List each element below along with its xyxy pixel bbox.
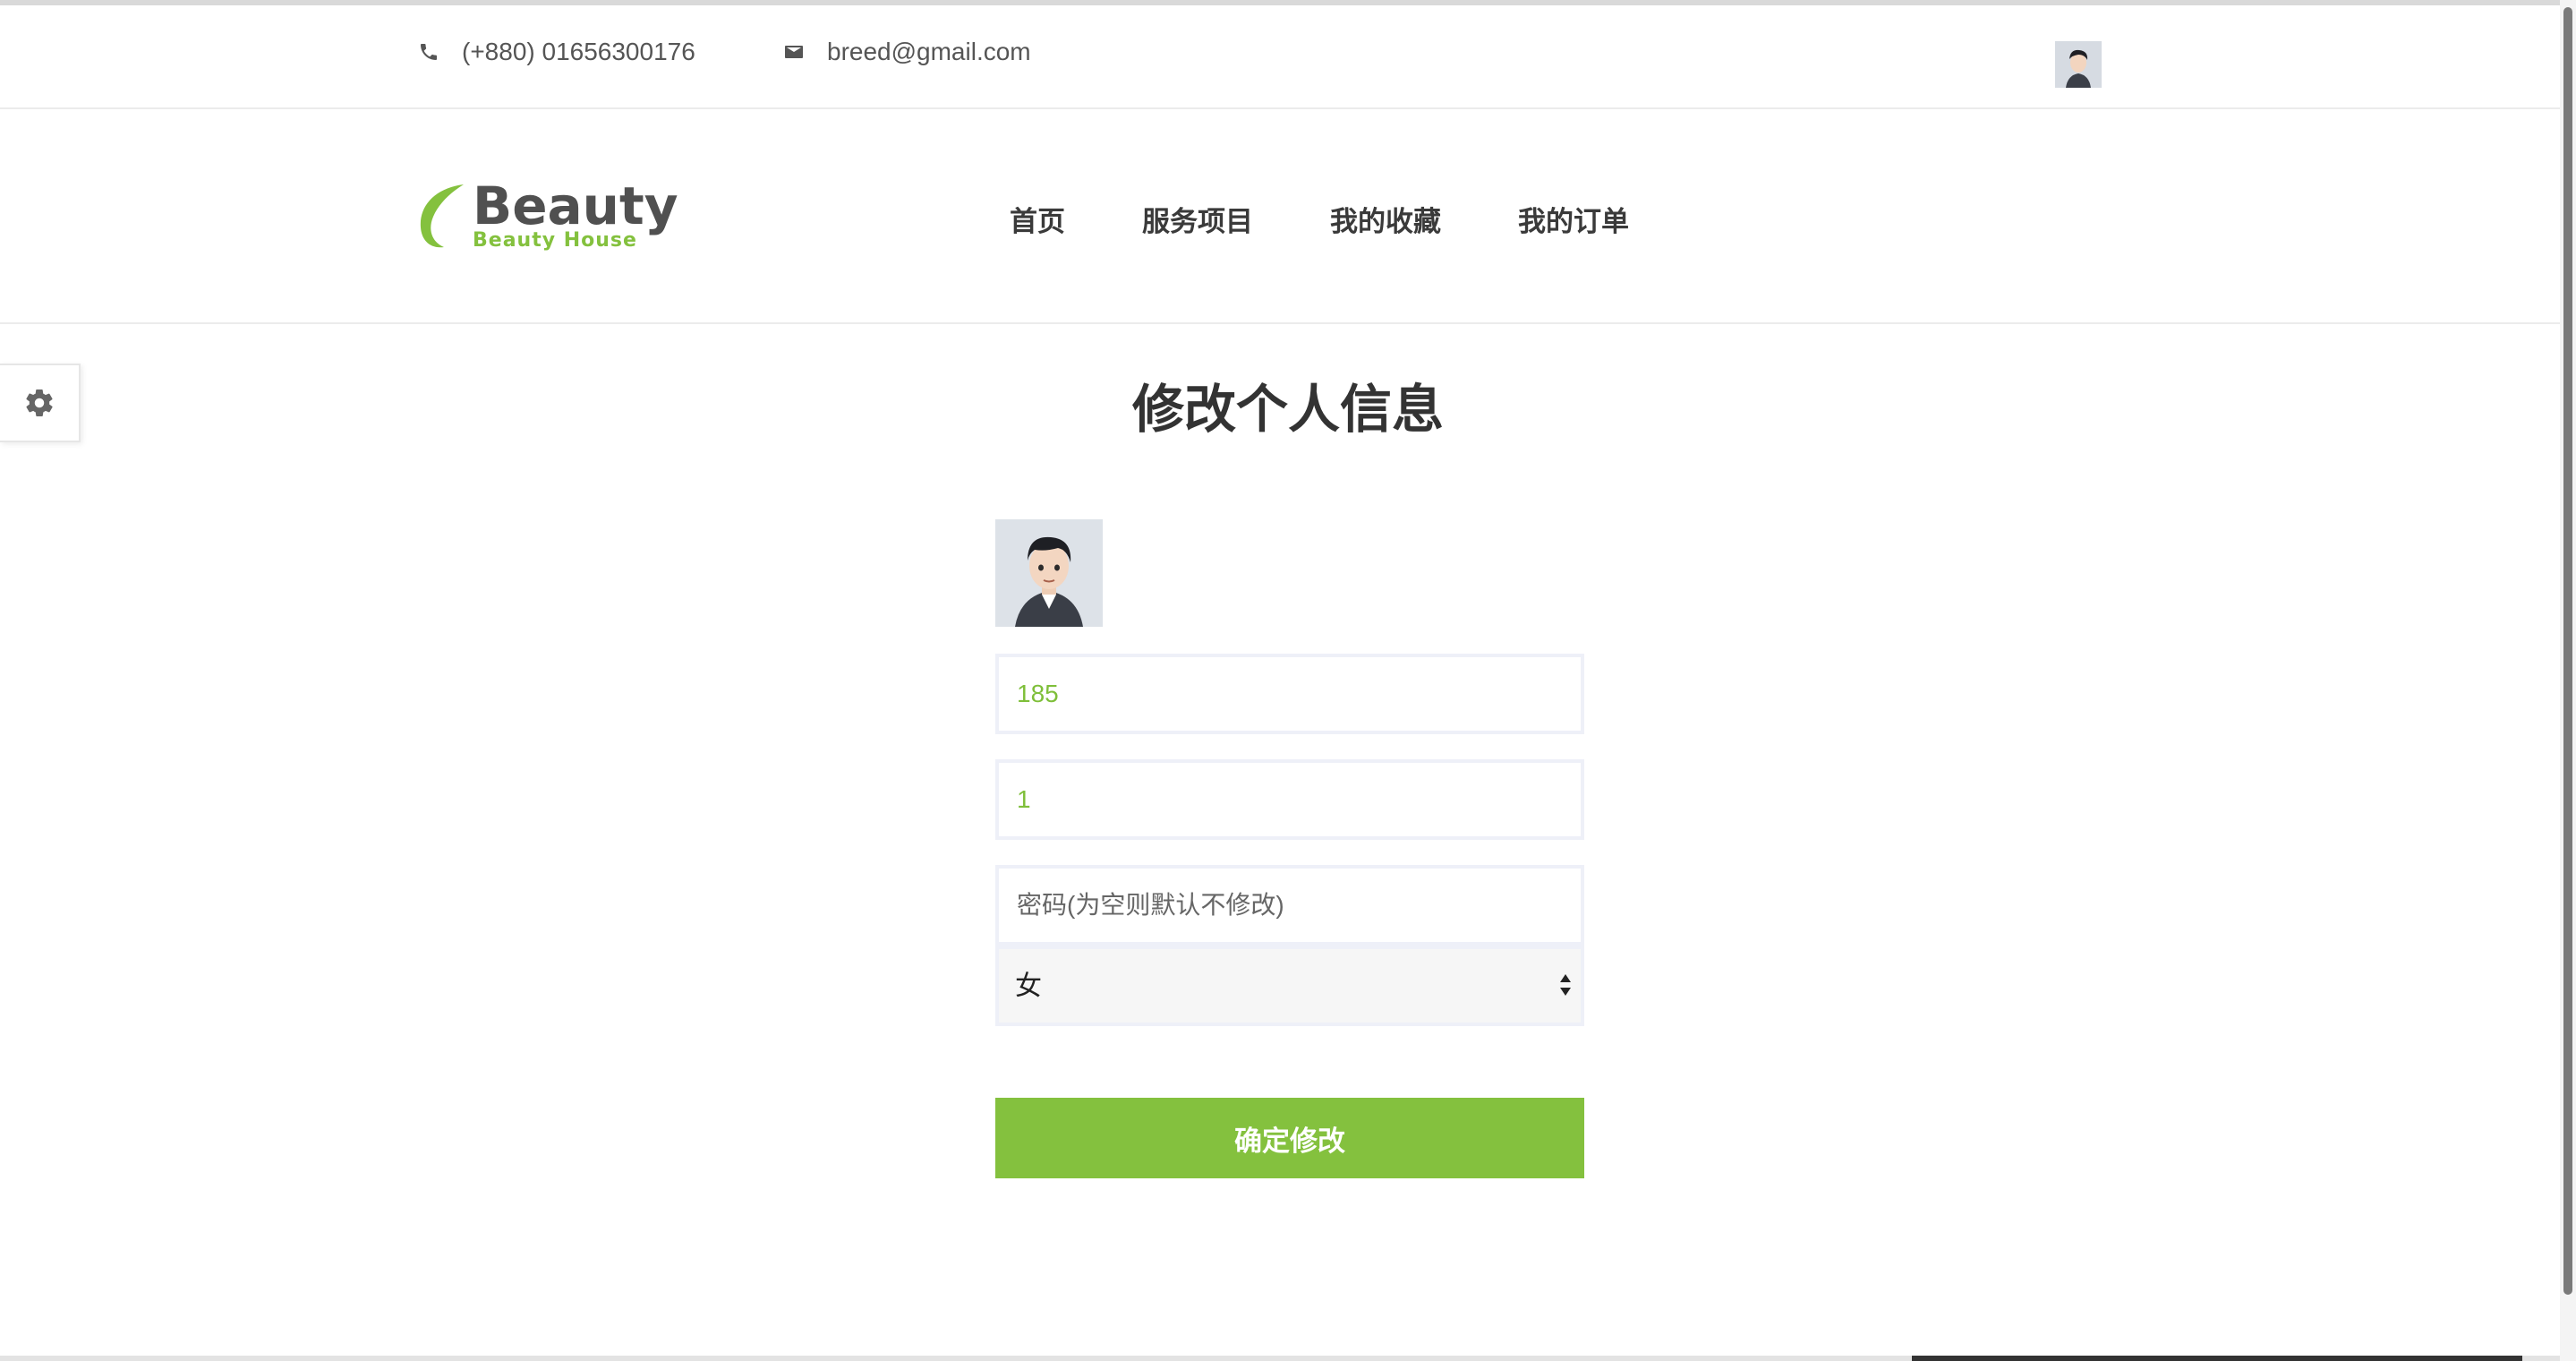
main-nav: 首页 服务项目 我的收藏 我的订单 (1010, 199, 1706, 239)
page: (+880) 01656300176 breed@gmail.com Beaut… (0, 0, 2576, 1361)
mail-icon (782, 40, 806, 64)
scrollbar-thumb[interactable] (2563, 7, 2572, 1295)
contact-email: breed@gmail.com (782, 38, 1031, 66)
profile-avatar[interactable] (995, 519, 1103, 627)
gender-select[interactable]: 女 (995, 946, 1584, 1026)
gender-select-wrapper: 女 (995, 946, 1584, 1026)
profile-field-1-input[interactable] (995, 654, 1584, 734)
nav-item-orders[interactable]: 我的订单 (1518, 199, 1629, 239)
email-text: breed@gmail.com (827, 38, 1031, 65)
phone-text: (+880) 01656300176 (462, 38, 695, 65)
phone-icon (417, 40, 440, 64)
profile-edit-form: 女 确定修改 (995, 519, 1584, 1178)
logo-title: Beauty (473, 175, 678, 236)
confirm-edit-button[interactable]: 确定修改 (995, 1098, 1584, 1178)
page-scrollbar[interactable] (2560, 0, 2576, 1361)
top-contact-bar: (+880) 01656300176 breed@gmail.com (0, 0, 2560, 109)
leaf-logo-icon (420, 184, 464, 248)
user-avatar[interactable] (2055, 41, 2102, 88)
contact-phone: (+880) 01656300176 (417, 38, 695, 66)
password-input[interactable] (995, 865, 1584, 946)
nav-item-home[interactable]: 首页 (1010, 199, 1065, 239)
page-title: 修改个人信息 (1131, 381, 1444, 439)
nav-item-services[interactable]: 服务项目 (1142, 199, 1253, 239)
profile-field-2-input[interactable] (995, 759, 1584, 840)
bottom-dark-strip (1912, 1356, 2522, 1361)
logo-subtitle: Beauty House (473, 229, 637, 252)
site-logo[interactable]: Beauty Beauty House (417, 175, 678, 256)
site-header: Beauty Beauty House 首页 服务项目 我的收藏 我的订单 (0, 109, 2560, 324)
nav-item-favorites[interactable]: 我的收藏 (1330, 199, 1441, 239)
